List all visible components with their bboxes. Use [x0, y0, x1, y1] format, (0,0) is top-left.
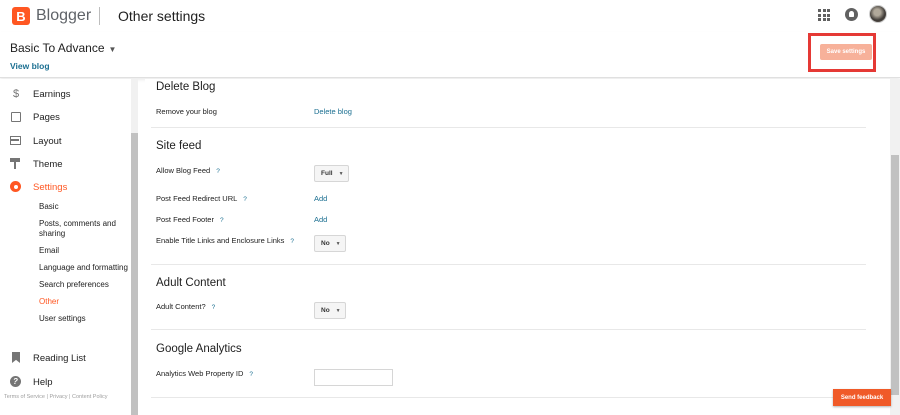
chevron-down-icon: ▼: [335, 307, 341, 314]
adult-content-label: Adult Content??: [156, 302, 215, 311]
analytics-id-label: Analytics Web Property ID?: [156, 369, 253, 378]
section-title-adult-content: Adult Content: [156, 277, 226, 289]
sidebar-footer-links: Terms of Service | Privacy | Content Pol…: [4, 394, 107, 400]
title-links-value: No: [321, 240, 330, 247]
layout-icon: [10, 135, 22, 147]
sidebar-item-label: Theme: [33, 158, 63, 170]
section-title-delete-blog: Delete Blog: [156, 81, 216, 93]
notifications-icon[interactable]: [845, 8, 858, 21]
sidebar-item-layout[interactable]: Layout: [0, 131, 130, 151]
section-divider: [151, 397, 866, 398]
brand-name[interactable]: Blogger: [36, 7, 91, 25]
help-icon: ?: [10, 376, 22, 388]
help-icon[interactable]: ?: [249, 371, 253, 378]
settings-sub-search-preferences[interactable]: Search preferences: [39, 280, 131, 290]
top-bar: B Blogger Other settings: [0, 0, 900, 32]
analytics-id-text: Analytics Web Property ID: [156, 369, 244, 378]
account-avatar[interactable]: [869, 5, 887, 23]
chevron-down-icon: ▼: [335, 240, 341, 247]
help-icon[interactable]: ?: [290, 238, 294, 245]
footer-sep: |: [69, 394, 71, 400]
sidebar-item-pages[interactable]: Pages: [0, 107, 130, 127]
sidebar: $ Earnings Pages Layout Theme Settings B…: [0, 79, 138, 415]
section-divider: [151, 264, 866, 265]
settings-sub-email[interactable]: Email: [39, 246, 131, 256]
section-title-google-analytics: Google Analytics: [156, 343, 242, 355]
adult-content-select[interactable]: No ▼: [314, 302, 346, 319]
apps-grid-icon[interactable]: [818, 9, 830, 21]
dropdown-caret-icon: ▼: [108, 45, 117, 54]
privacy-link[interactable]: Privacy: [49, 394, 67, 400]
adult-content-text: Adult Content?: [156, 302, 206, 311]
allow-blog-feed-text: Allow Blog Feed: [156, 166, 211, 175]
delete-blog-link[interactable]: Delete blog: [314, 107, 352, 116]
allow-blog-feed-label: Allow Blog Feed?: [156, 166, 220, 175]
adult-content-value: No: [321, 307, 330, 314]
settings-sub-user-settings[interactable]: User settings: [39, 314, 131, 324]
sidebar-item-theme[interactable]: Theme: [0, 154, 130, 174]
terms-link[interactable]: Terms of Service: [4, 394, 45, 400]
dollar-icon: $: [12, 88, 20, 100]
sidebar-item-label: Settings: [33, 181, 68, 193]
settings-sub-other[interactable]: Other: [39, 297, 131, 307]
bookmark-icon: [10, 352, 22, 364]
save-settings-button[interactable]: Save settings: [820, 44, 872, 60]
section-title-site-feed: Site feed: [156, 140, 202, 152]
theme-icon: [10, 158, 22, 170]
content-policy-link[interactable]: Content Policy: [72, 394, 107, 400]
help-icon[interactable]: ?: [216, 168, 220, 175]
redirect-url-label: Post Feed Redirect URL?: [156, 194, 247, 203]
analytics-id-input[interactable]: [314, 369, 393, 386]
section-divider: [151, 329, 866, 330]
sidebar-item-earnings[interactable]: $ Earnings: [0, 84, 130, 104]
allow-blog-feed-value: Full: [321, 170, 333, 177]
redirect-url-text: Post Feed Redirect URL: [156, 194, 238, 203]
main-scrollbar-thumb[interactable]: [891, 155, 899, 395]
blogger-logo-icon[interactable]: B: [12, 7, 30, 25]
section-divider: [151, 127, 866, 128]
post-feed-footer-text: Post Feed Footer: [156, 215, 214, 224]
sidebar-item-label: Earnings: [33, 88, 71, 100]
settings-content: Delete Blog Remove your blog Delete blog…: [145, 79, 890, 415]
remove-blog-label: Remove your blog: [156, 107, 217, 116]
post-feed-footer-label: Post Feed Footer?: [156, 215, 224, 224]
title-links-label: Enable Title Links and Enclosure Links?: [156, 236, 294, 245]
settings-sub-language-formatting[interactable]: Language and formatting: [39, 263, 139, 273]
help-icon[interactable]: ?: [220, 217, 224, 224]
sidebar-scrollbar-thumb[interactable]: [131, 133, 138, 415]
settings-sub-basic[interactable]: Basic: [39, 202, 131, 212]
sidebar-item-label: Pages: [33, 111, 60, 123]
blog-name: Basic To Advance: [10, 41, 105, 55]
help-icon[interactable]: ?: [212, 304, 216, 311]
view-blog-link[interactable]: View blog: [10, 61, 50, 71]
header-divider: [99, 7, 100, 25]
sidebar-item-help[interactable]: ? Help: [0, 372, 130, 392]
chevron-down-icon: ▼: [338, 170, 344, 177]
sidebar-item-label: Reading List: [33, 352, 86, 364]
sidebar-item-settings[interactable]: Settings: [0, 177, 130, 197]
help-icon[interactable]: ?: [243, 196, 247, 203]
redirect-url-add-link[interactable]: Add: [314, 194, 327, 203]
title-links-select[interactable]: No ▼: [314, 235, 346, 252]
sidebar-item-label: Layout: [33, 135, 62, 147]
page-title: Other settings: [118, 8, 206, 24]
blog-selector[interactable]: Basic To Advance ▼: [10, 41, 116, 55]
blog-selector-bar: Basic To Advance ▼ View blog: [0, 32, 900, 78]
post-feed-footer-add-link[interactable]: Add: [314, 215, 327, 224]
allow-blog-feed-select[interactable]: Full ▼: [314, 165, 349, 182]
footer-sep: |: [46, 394, 48, 400]
sidebar-item-reading-list[interactable]: Reading List: [0, 348, 130, 368]
settings-sub-posts-comments-sharing[interactable]: Posts, comments and sharing: [39, 219, 131, 239]
send-feedback-button[interactable]: Send feedback: [833, 389, 891, 406]
title-links-text: Enable Title Links and Enclosure Links: [156, 236, 285, 245]
gear-icon: [10, 181, 22, 193]
pages-icon: [10, 111, 22, 123]
sidebar-item-label: Help: [33, 376, 53, 388]
